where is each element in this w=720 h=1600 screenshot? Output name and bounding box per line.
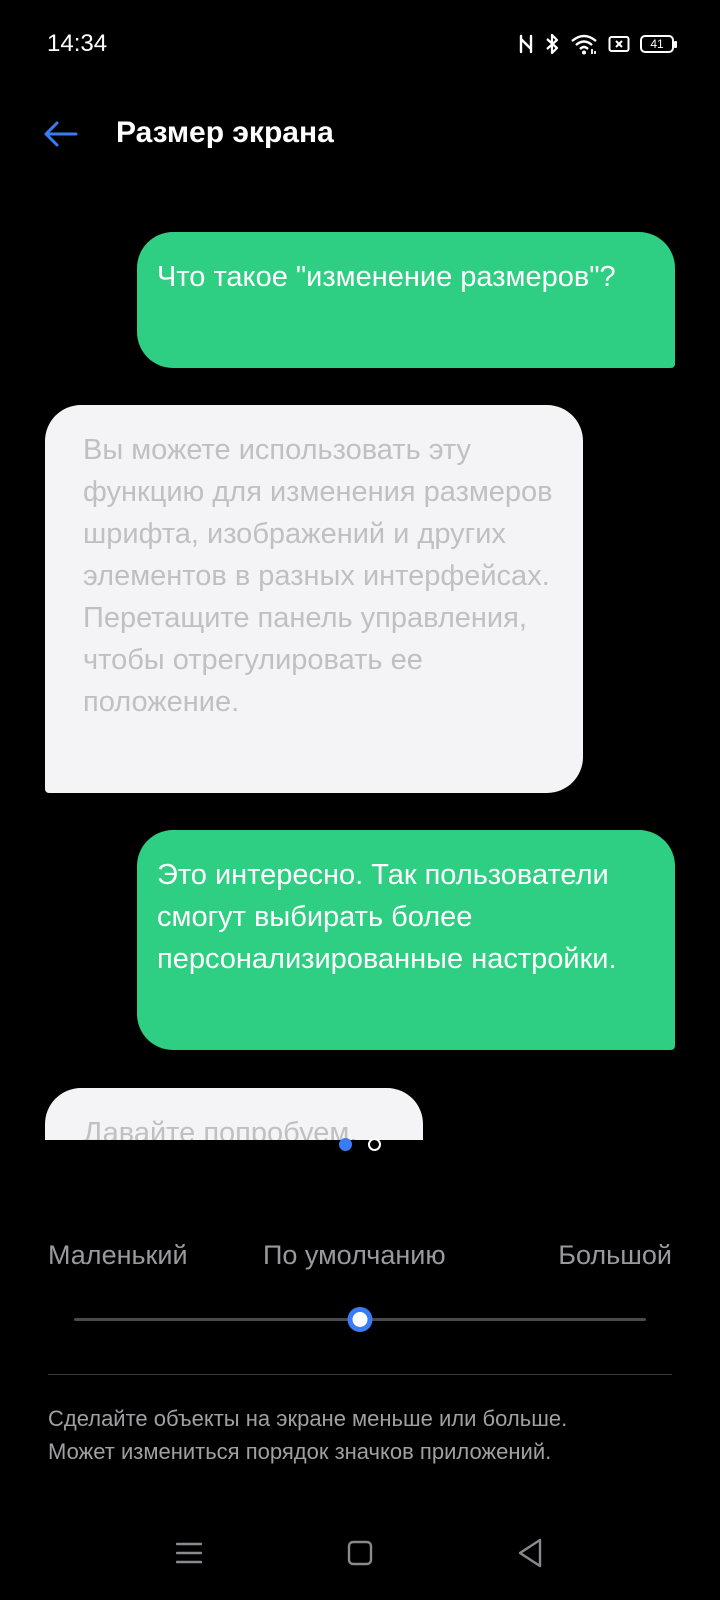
page-title: Размер экрана <box>116 116 334 149</box>
home-icon <box>347 1540 373 1571</box>
chat-bubble-outgoing: Что такое "изменение размеров"? <box>137 232 675 368</box>
navigation-bar <box>0 1520 720 1590</box>
app-bar: Размер экрана <box>0 100 720 170</box>
size-label-default[interactable]: По умолчанию <box>263 1240 446 1271</box>
back-button[interactable] <box>38 112 86 156</box>
description-line: Может измениться порядок значков приложе… <box>48 1439 552 1464</box>
back-triangle-icon <box>517 1538 543 1573</box>
size-label-small[interactable]: Маленький <box>48 1240 188 1271</box>
chat-bubble-incoming: Давайте попробуем. <box>45 1088 423 1140</box>
menu-icon <box>175 1542 203 1569</box>
arrow-left-icon <box>38 121 86 160</box>
chat-bubble-incoming: Вы можете использовать эту функцию для и… <box>45 405 583 793</box>
battery-icon: 41 <box>640 35 677 53</box>
wifi-icon <box>570 33 598 55</box>
status-bar: 14:34 41 <box>0 0 720 90</box>
nav-home-button[interactable] <box>335 1530 385 1580</box>
screenshot-icon <box>608 35 630 53</box>
size-label-large[interactable]: Большой <box>558 1240 672 1271</box>
slider-thumb[interactable] <box>347 1307 373 1332</box>
nav-menu-button[interactable] <box>164 1530 214 1580</box>
page-indicator <box>0 1138 720 1152</box>
screen: 14:34 41 Размер экрана Что такое "измене… <box>0 0 720 1600</box>
status-time: 14:34 <box>47 30 108 57</box>
description: Сделайте объекты на экране меньше или бо… <box>48 1402 688 1468</box>
status-icons: 41 <box>518 30 677 58</box>
preview-chat-area[interactable]: Что такое "изменение размеров"? Вы может… <box>0 180 720 1140</box>
chat-bubble-outgoing: Это интересно. Так пользователи смогут в… <box>137 830 675 1050</box>
divider <box>48 1374 672 1375</box>
bluetooth-icon <box>544 32 560 56</box>
screen-size-slider[interactable] <box>74 1304 646 1334</box>
description-line: Сделайте объекты на экране меньше или бо… <box>48 1406 568 1431</box>
nav-back-button[interactable] <box>505 1530 555 1580</box>
size-labels: Маленький По умолчанию Большой <box>48 1240 672 1280</box>
page-dot[interactable] <box>368 1138 381 1151</box>
nfc-icon <box>518 33 534 55</box>
page-dot-active[interactable] <box>339 1138 352 1151</box>
